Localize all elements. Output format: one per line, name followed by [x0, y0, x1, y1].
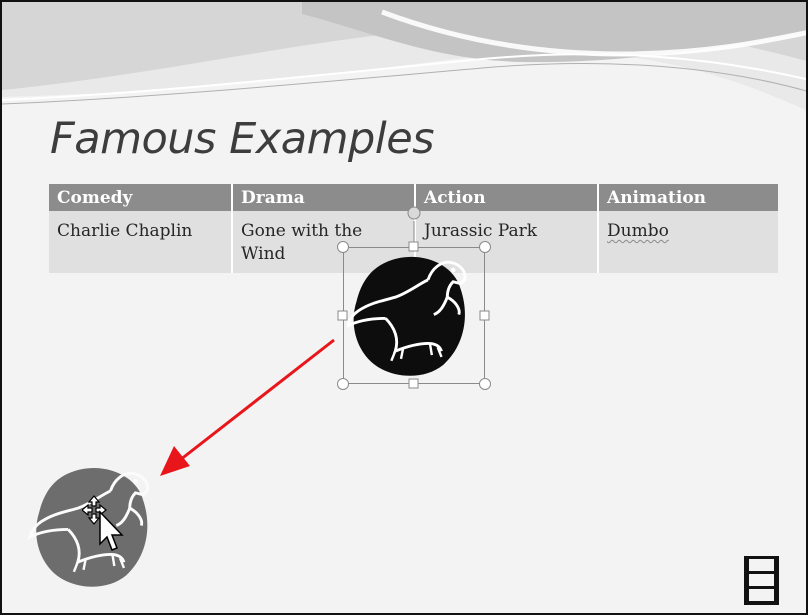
move-cursor-icon	[82, 495, 124, 551]
header-cell-comedy[interactable]: Comedy	[49, 184, 233, 211]
slide-background-wave	[2, 2, 806, 111]
slide: Famous Examples Comedy Drama Action Anim…	[0, 0, 808, 615]
cell-animation-text: Dumbo	[607, 221, 669, 241]
film-strip-icon[interactable]	[744, 556, 779, 605]
slide-title[interactable]: Famous Examples	[50, 114, 435, 164]
cell-animation[interactable]: Dumbo	[598, 211, 778, 273]
header-cell-action[interactable]: Action	[415, 184, 599, 211]
cell-comedy[interactable]: Charlie Chaplin	[49, 211, 233, 273]
header-cell-drama[interactable]: Drama	[232, 184, 416, 211]
selection-frame[interactable]	[343, 247, 485, 384]
table-header-row: Comedy Drama Action Animation	[49, 184, 778, 211]
header-cell-animation[interactable]: Animation	[598, 184, 778, 211]
